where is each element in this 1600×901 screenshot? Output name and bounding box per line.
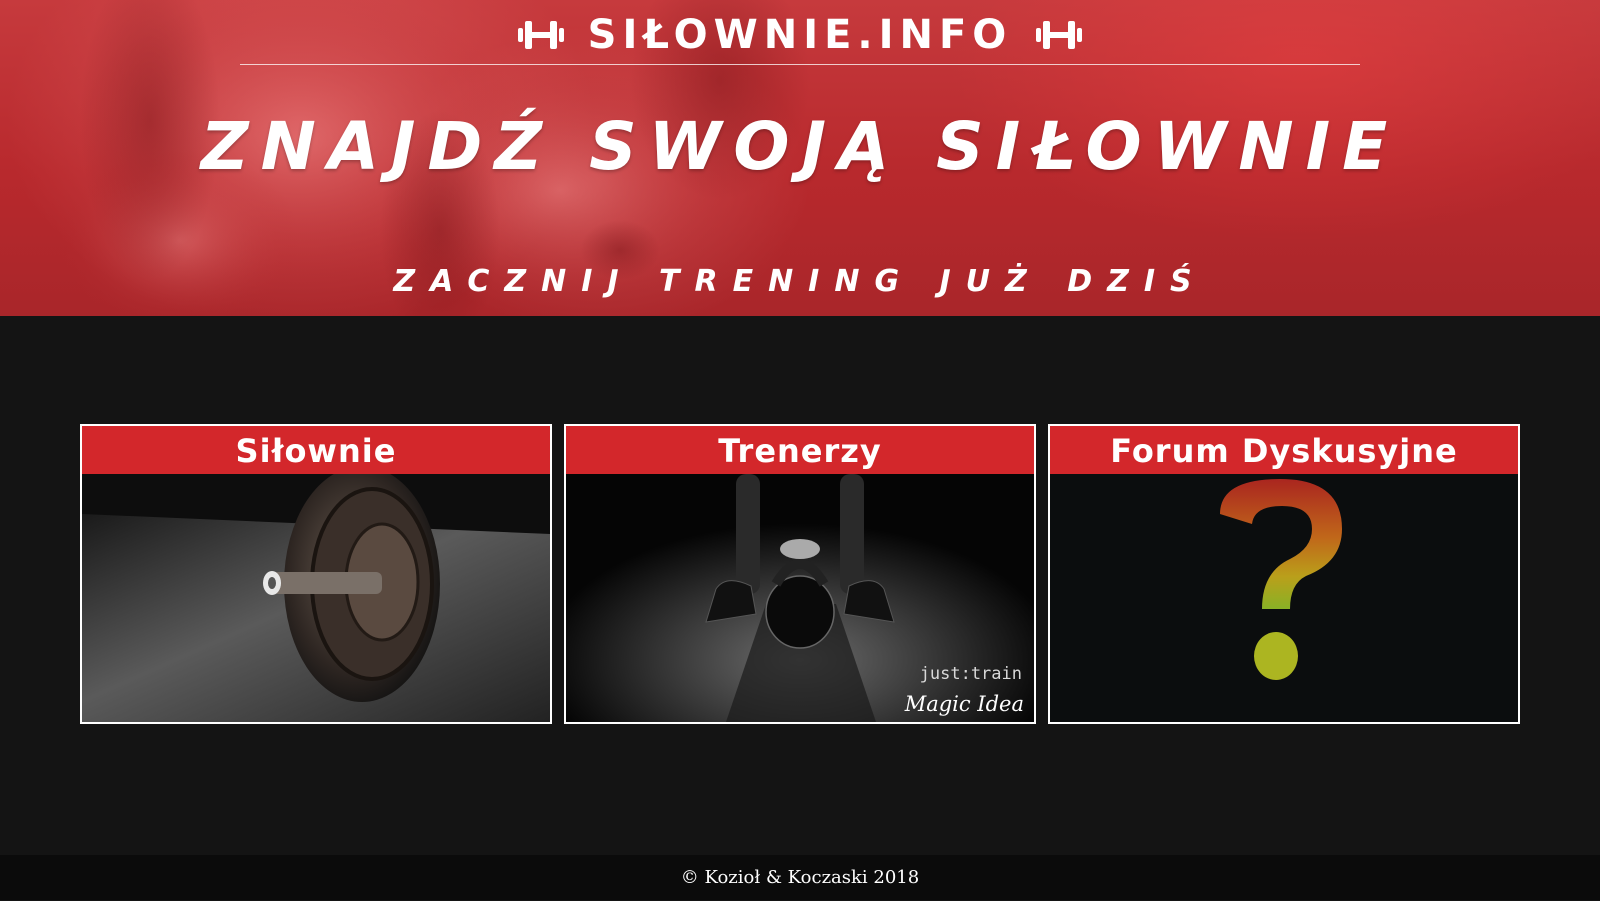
card-trenerzy[interactable]: Trenerzy just:train Magic Idea: [564, 424, 1036, 724]
brand-logo[interactable]: SIŁOWNIE.INFO: [0, 10, 1600, 60]
card-title[interactable]: Siłownie: [82, 426, 550, 474]
category-cards: Siłownie Trenerzy just:train Magic Idea …: [80, 424, 1520, 724]
watermark-magic-idea: Magic Idea: [904, 692, 1024, 716]
dumbbell-icon: [517, 21, 564, 49]
card-silownie[interactable]: Siłownie: [80, 424, 552, 724]
card-forum[interactable]: Forum Dyskusyjne: [1048, 424, 1520, 724]
question-mark-image[interactable]: [1050, 474, 1518, 722]
copyright-text: © Kozioł & Koczaski 2018: [680, 867, 920, 888]
watermark-just-train: just:train: [919, 664, 1022, 684]
page-title: ZNAJDŹ SWOJĄ SIŁOWNIE: [200, 108, 1400, 185]
brand-name[interactable]: SIŁOWNIE.INFO: [588, 12, 1013, 58]
footer: © Kozioł & Koczaski 2018: [0, 855, 1600, 900]
hero-banner: SIŁOWNIE.INFO ZNAJDŹ SWOJĄ SIŁOWNIE ZACZ…: [0, 0, 1600, 316]
card-title[interactable]: Forum Dyskusyjne: [1050, 426, 1518, 474]
card-title[interactable]: Trenerzy: [566, 426, 1034, 474]
header-divider: [240, 64, 1360, 65]
weight-plate-image[interactable]: [82, 474, 550, 722]
page-subtitle: ZACZNIJ TRENING JUŻ DZIŚ: [393, 264, 1207, 299]
kettlebell-image[interactable]: [566, 474, 1034, 722]
dumbbell-icon: [1036, 21, 1083, 49]
